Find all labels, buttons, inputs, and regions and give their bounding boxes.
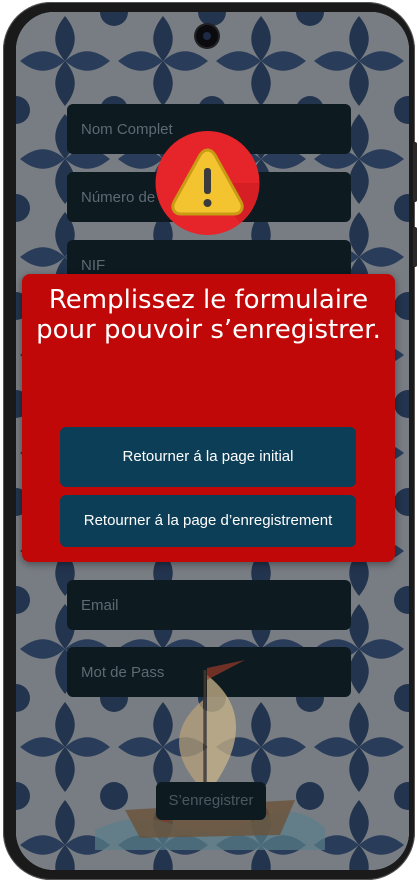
front-camera bbox=[196, 25, 218, 47]
sailboat-illustration: Ben bbox=[95, 660, 325, 850]
return-home-button[interactable]: Retourner á la page initial bbox=[60, 427, 356, 487]
volume-button bbox=[413, 142, 417, 202]
email-field[interactable]: Email bbox=[67, 580, 351, 630]
alert-message: Remplissez le formulaire pour pouvoir s’… bbox=[36, 285, 381, 345]
email-placeholder: Email bbox=[81, 597, 119, 614]
return-registration-button[interactable]: Retourner á la page d’enregistrement bbox=[60, 495, 356, 547]
nif-placeholder: NIF bbox=[81, 257, 106, 274]
warning-icon bbox=[155, 131, 260, 235]
power-button bbox=[413, 227, 417, 267]
alert-dialog: Remplissez le formulaire pour pouvoir s’… bbox=[22, 274, 395, 562]
register-button[interactable]: S’enregistrer bbox=[156, 782, 266, 820]
